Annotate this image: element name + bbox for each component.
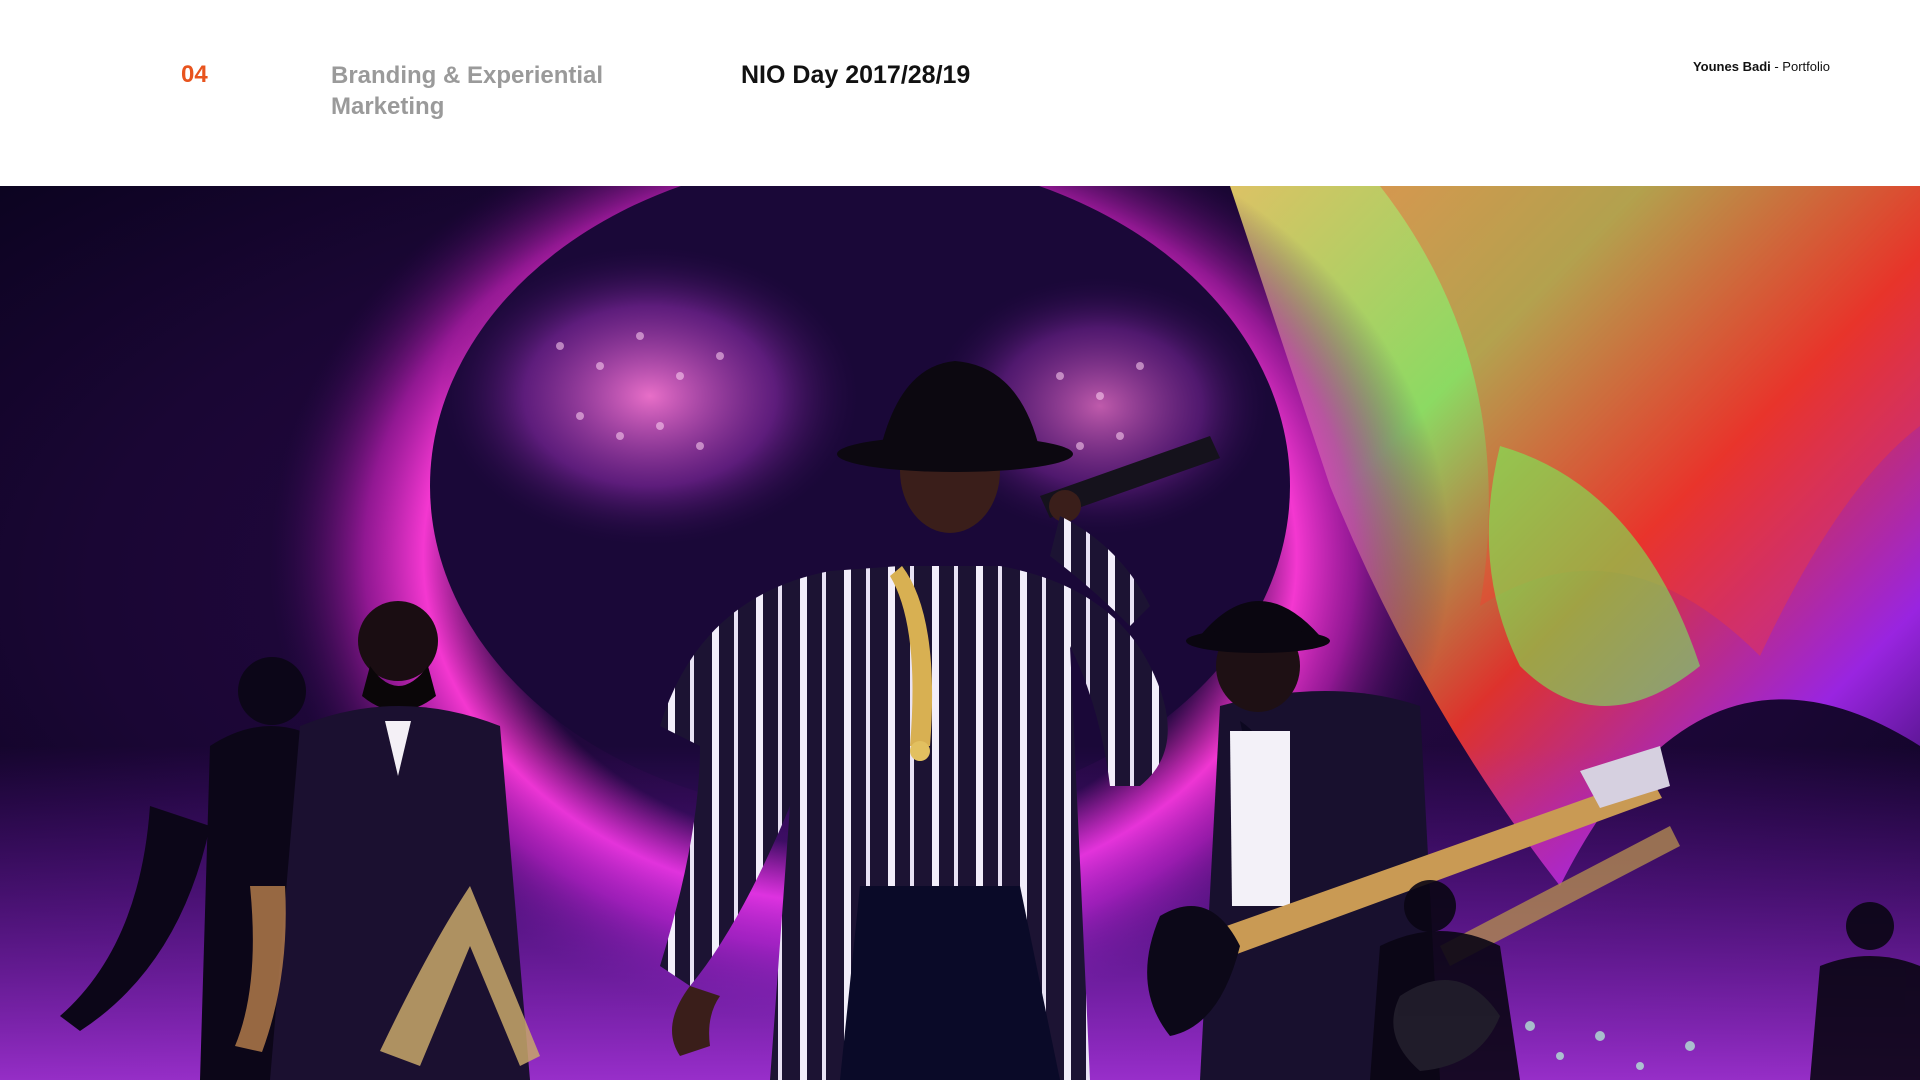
project-title: NIO Day 2017/28/19 [741, 61, 971, 89]
portfolio-slide: 04 Branding & Experiential Marketing NIO… [0, 0, 1920, 1080]
section-number: 04 [181, 61, 208, 88]
author-suffix: - Portfolio [1770, 59, 1830, 74]
slide-header: 04 Branding & Experiential Marketing NIO… [0, 0, 1920, 186]
author-credit: Younes Badi - Portfolio [1693, 58, 1830, 76]
author-name: Younes Badi [1692, 59, 1771, 74]
concert-stage-photo [0, 186, 1920, 1080]
concert-illustration [0, 186, 1920, 1080]
section-title: Branding & Experiential Marketing [331, 62, 604, 120]
